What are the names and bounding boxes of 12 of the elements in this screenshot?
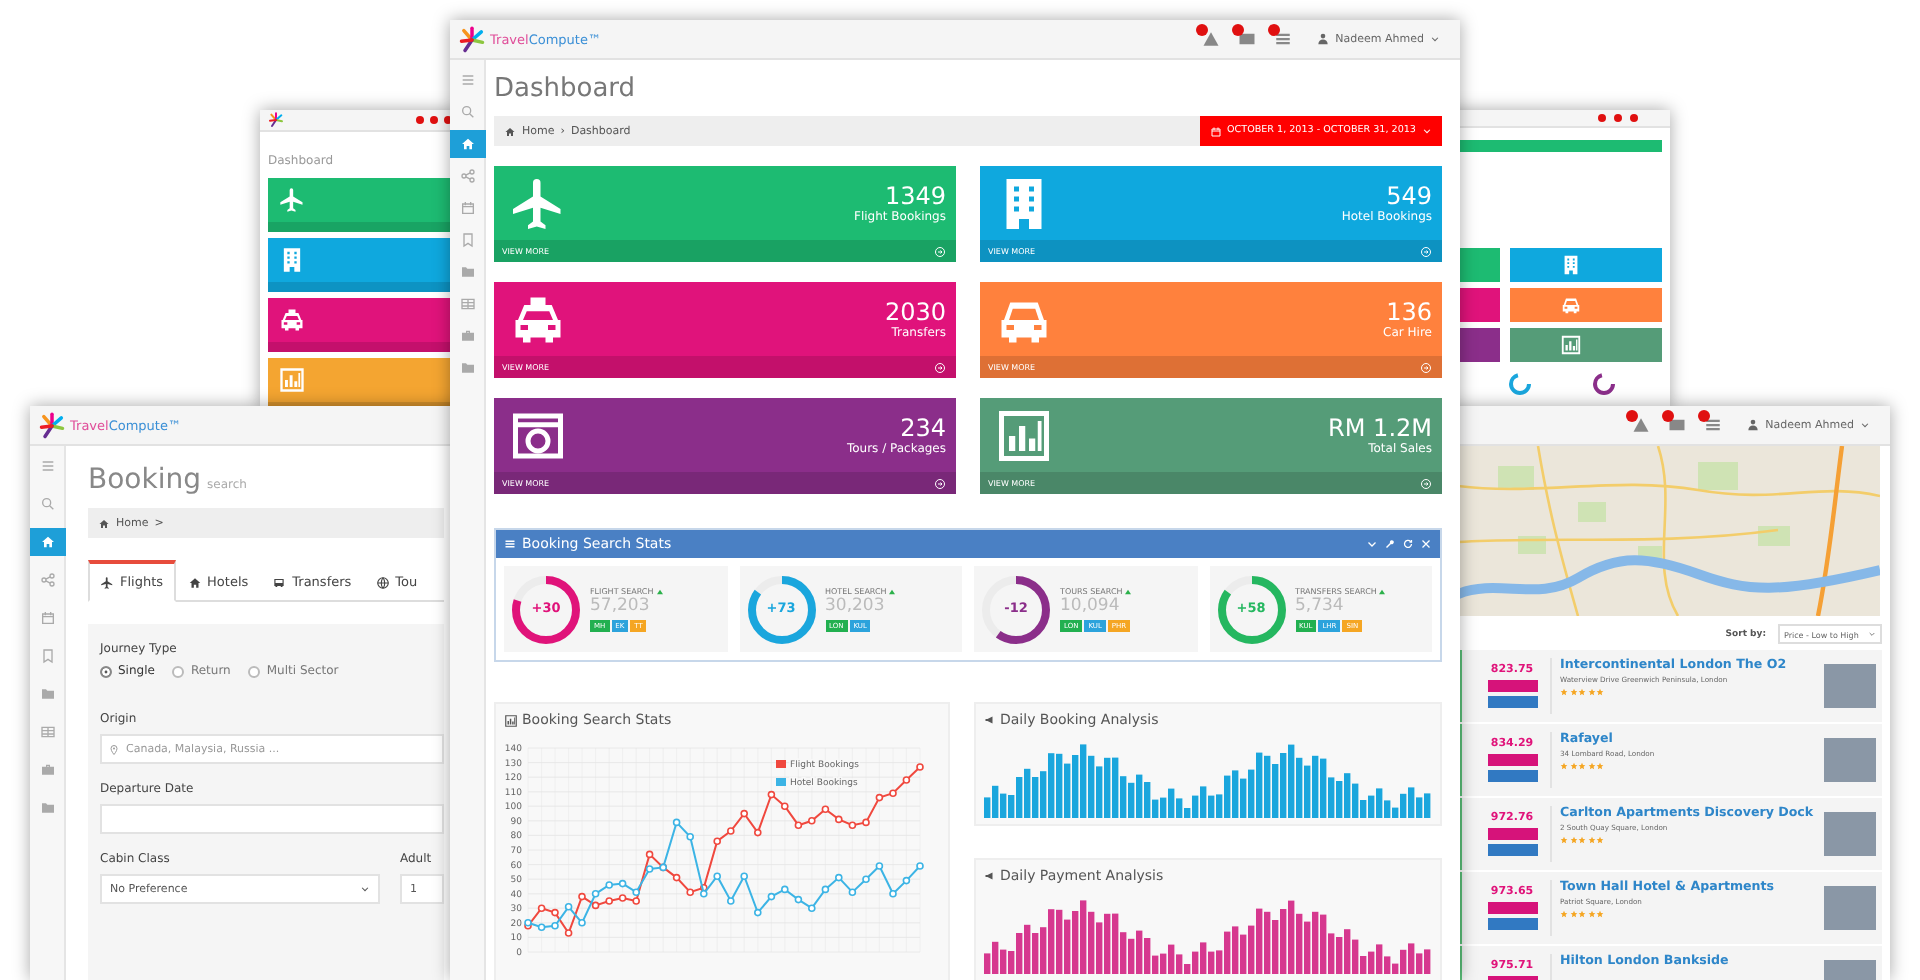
page-title: Dashboard (494, 74, 636, 104)
tile-value: 1349 (882, 183, 946, 209)
page-title: Booking (88, 464, 201, 496)
stat-value: 5,734 (1295, 596, 1346, 618)
stat-value: 10,094 (1060, 596, 1122, 618)
stat-value: 57,203 (590, 596, 652, 618)
stat-value: 30,203 (825, 596, 887, 618)
tile-value: 549 (1384, 183, 1432, 209)
tile-value: 136 (1384, 299, 1432, 325)
tile-value: RM 1.2M (1328, 415, 1432, 441)
tile-value: 234 (898, 415, 946, 441)
tile-value: 2030 (884, 299, 946, 325)
